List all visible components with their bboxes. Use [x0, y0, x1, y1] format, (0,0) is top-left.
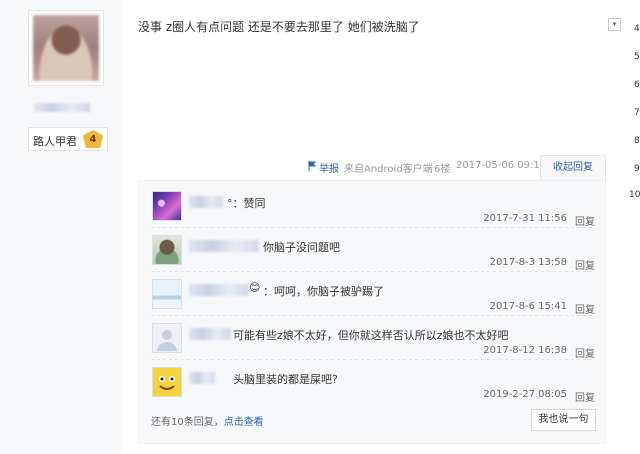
post-menu-dropdown-icon[interactable]: ▾ [608, 18, 621, 31]
reply-time: 2017-8-12 16:38 [483, 345, 567, 356]
reply-username-blurred[interactable] [189, 328, 231, 340]
reply-avatar[interactable] [152, 235, 182, 265]
reply-avatar[interactable] [152, 191, 182, 221]
reply-button[interactable]: 回复 [575, 301, 595, 316]
reply-username-blurred[interactable] [189, 372, 215, 384]
reply-button[interactable]: 回复 [575, 345, 595, 360]
reply-text: °：赞同 [227, 197, 266, 210]
floor-number: 6楼 [434, 164, 451, 175]
side-number: 10 [629, 190, 640, 200]
reply-button[interactable]: 回复 [575, 389, 595, 404]
collapse-replies-button[interactable]: 收起回复 [540, 155, 606, 181]
reply-time: 2017-8-6 15:41 [489, 301, 567, 312]
client-source: 来自Android客户端 [344, 164, 433, 175]
reply-text: 头脑里装的都是屎吧? [233, 373, 338, 386]
reply-item: 你脑子没问题吧 2017-8-3 13:58 回复 [139, 227, 607, 272]
side-number: 8 [634, 136, 640, 146]
reply-time: 2017-7-31 11:56 [483, 213, 567, 224]
reply-time: 2019-2-27 08:05 [483, 389, 567, 400]
side-number: 9 [634, 164, 640, 174]
reply-item: °：赞同 2017-7-31 11:56 回复 [139, 183, 607, 228]
reply-avatar[interactable] [152, 367, 182, 397]
reply-username-blurred[interactable] [189, 284, 249, 296]
reply-time: 2017-8-3 13:58 [489, 257, 567, 268]
post-date: 2017-05-06 09:12 [456, 160, 547, 171]
add-comment-button[interactable]: 我也说一句 [531, 409, 596, 431]
reply-text: 你脑子没问题吧 [263, 241, 340, 254]
side-number: 5 [634, 52, 640, 62]
flag-icon[interactable] [308, 161, 317, 174]
post-content: 没事 z圈人有点问题 还是不要去那里了 她们被洗脑了 [138, 20, 420, 34]
reply-list: °：赞同 2017-7-31 11:56 回复 你脑子没问题吧 2017-8-3… [138, 180, 606, 444]
more-replies-count: 还有10条回复， [151, 417, 224, 428]
view-more-link[interactable]: 点击查看 [224, 417, 264, 428]
report-link[interactable]: 举报 [319, 160, 339, 175]
reply-button[interactable]: 回复 [575, 257, 595, 272]
reply-username-blurred[interactable] [189, 240, 259, 252]
side-number: 6 [634, 80, 640, 90]
reply-button[interactable]: 回复 [575, 213, 595, 228]
reply-item: 可能有些z娘不太好，但你就这样否认所以z娘也不太好吧 2017-8-12 16:… [139, 315, 607, 360]
reply-username-blurred[interactable] [189, 196, 223, 208]
reply-text: 可能有些z娘不太好，但你就这样否认所以z娘也不太好吧 [233, 329, 509, 342]
reply-text: ：呵呵，你脑子被驴踢了 [263, 285, 384, 298]
author-avatar-image [33, 15, 99, 81]
author-name-blurred[interactable] [34, 103, 90, 112]
rank-label: 路人甲君 [33, 135, 77, 148]
side-number: 7 [634, 108, 640, 118]
level-badge-icon: 4 [83, 130, 103, 148]
author-avatar[interactable] [28, 10, 104, 86]
rank-badge-box[interactable]: 路人甲君 4 [28, 127, 108, 151]
reply-item: 😊 ：呵呵，你脑子被驴踢了 2017-8-6 15:41 回复 [139, 271, 607, 316]
more-replies-text: 还有10条回复，点击查看 [151, 413, 264, 428]
default-avatar-icon[interactable] [152, 323, 182, 353]
author-column: 路人甲君 4 [0, 0, 121, 454]
reply-item: 头脑里装的都是屎吧? 2019-2-27 08:05 回复 [139, 359, 607, 404]
face-emoji-icon: 😊 [249, 281, 261, 294]
side-number: 4 [634, 24, 640, 34]
reply-avatar[interactable] [152, 279, 182, 309]
